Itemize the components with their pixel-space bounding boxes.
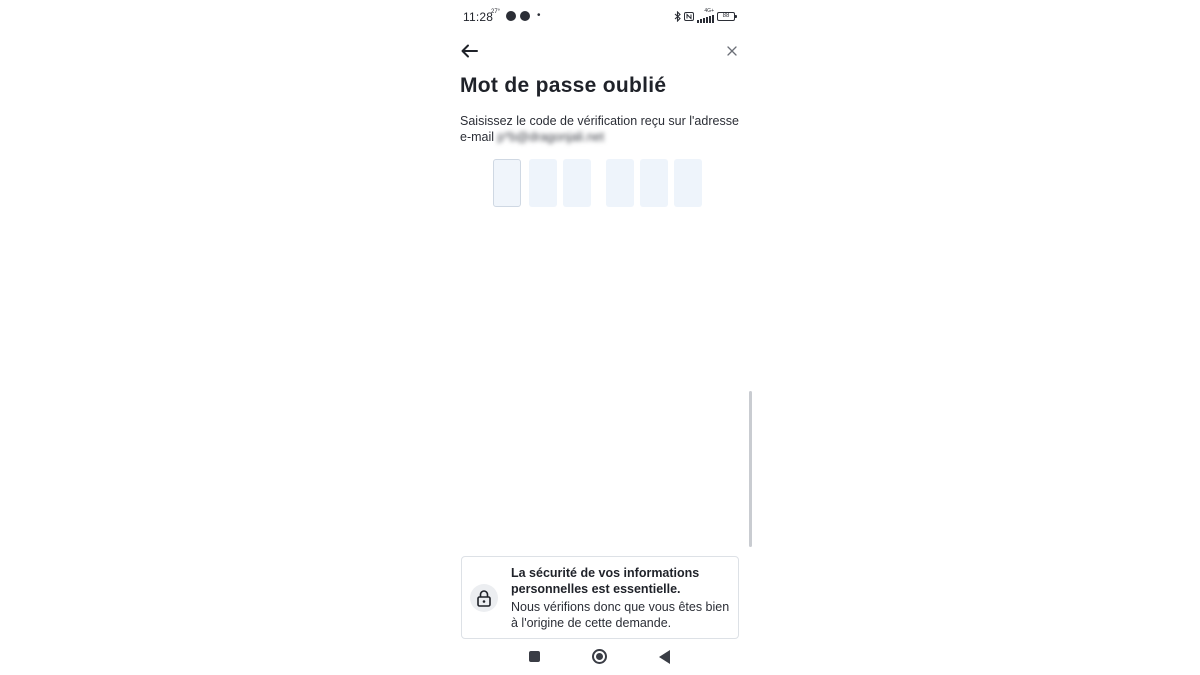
vpn-icon — [520, 11, 530, 21]
instructions-text: Saisissez le code de vérification reçu s… — [460, 113, 745, 145]
scrollbar[interactable] — [749, 391, 752, 547]
bluetooth-icon — [674, 10, 681, 22]
notification-dot-icon: • — [537, 10, 541, 21]
close-icon[interactable] — [725, 44, 739, 58]
code-digit-3[interactable] — [563, 159, 591, 207]
code-digit-6[interactable] — [674, 159, 702, 207]
status-time: 11:28 — [463, 10, 494, 24]
security-card-text: Nous vérifions donc que vous êtes bien à… — [511, 600, 730, 630]
lock-icon — [477, 590, 491, 607]
status-temperature: 27° — [491, 9, 501, 15]
lock-badge — [470, 584, 498, 612]
code-digit-4[interactable] — [606, 159, 634, 207]
system-nav-bar — [447, 640, 753, 675]
code-digit-5[interactable] — [640, 159, 668, 207]
app-icon — [506, 11, 516, 21]
masked-email: p*b@dragonjali.net — [497, 130, 605, 144]
nfc-icon — [684, 11, 694, 21]
security-card-title: La sécurité de vos informations personne… — [511, 566, 700, 596]
page-title: Mot de passe oublié — [460, 74, 667, 97]
recent-apps-icon[interactable] — [529, 651, 540, 662]
status-bar: 11:28 27° • 4G+ 88 — [447, 0, 753, 34]
code-digit-2[interactable] — [529, 159, 557, 207]
phone-screen: 11:28 27° • 4G+ 88 Mot de passe oublié S… — [447, 0, 753, 675]
status-right-icons: 4G+ 88 — [674, 9, 737, 23]
arrow-left-icon[interactable] — [459, 40, 481, 62]
code-digit-1[interactable] — [493, 159, 521, 207]
security-info-card: La sécurité de vos informations personne… — [461, 556, 739, 639]
back-triangle-icon[interactable] — [659, 650, 670, 664]
home-icon[interactable] — [592, 649, 607, 664]
signal-icon — [697, 14, 714, 23]
battery-icon: 88 — [717, 11, 737, 21]
